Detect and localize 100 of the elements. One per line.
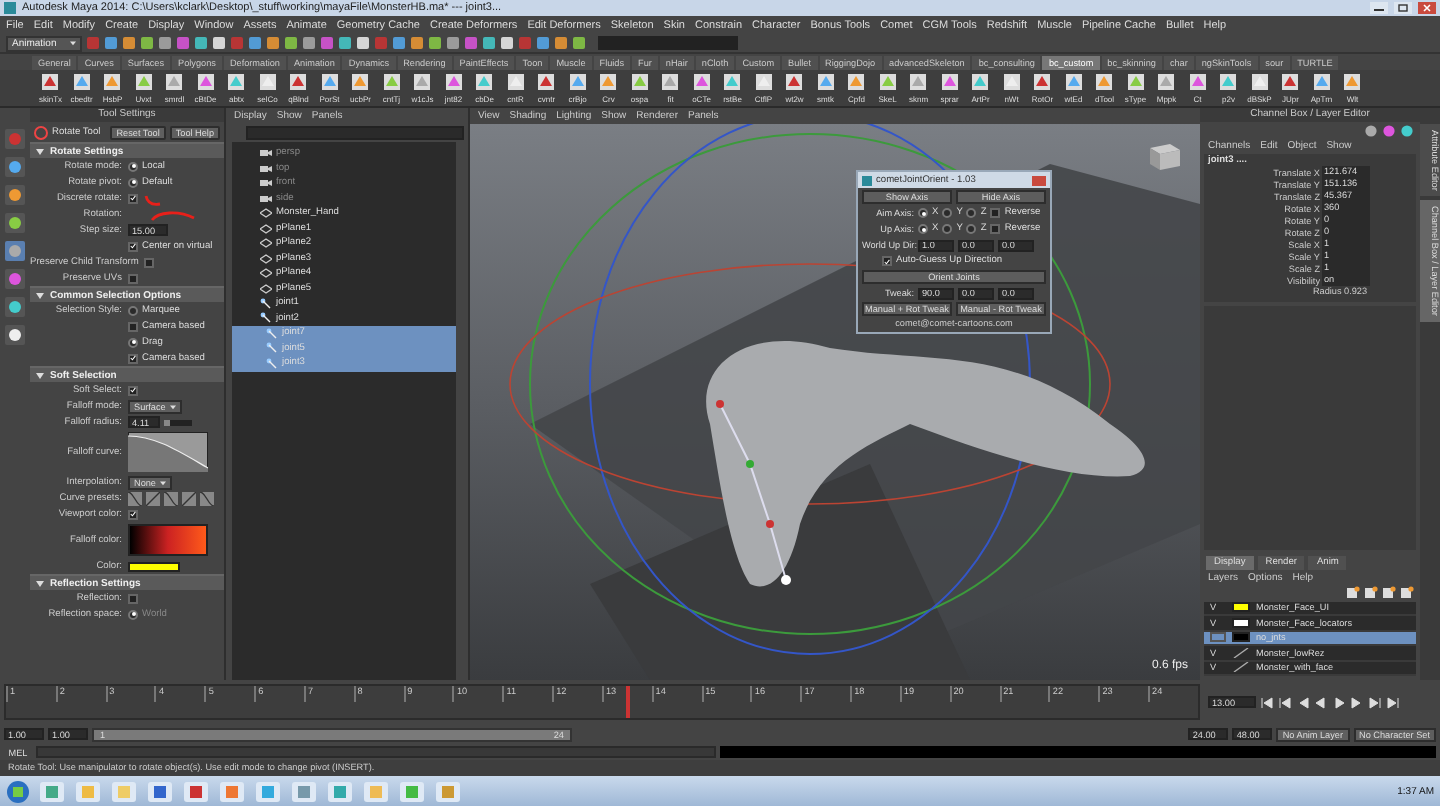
playback-icon[interactable] (1260, 695, 1274, 709)
shelf-icon (1218, 72, 1239, 92)
taskbar-app-icon[interactable] (182, 779, 210, 803)
shelf-icon (257, 72, 278, 92)
shelf-icon (815, 72, 836, 92)
slider[interactable] (164, 419, 192, 425)
checkbox[interactable] (144, 257, 155, 267)
tool-icon[interactable] (4, 324, 26, 346)
shelf-icon (474, 72, 495, 92)
layer-tool-icon[interactable] (1400, 586, 1414, 600)
curve-preset-icon[interactable] (164, 491, 178, 505)
taskbar-app-icon[interactable] (398, 779, 426, 803)
shelf-icon (629, 72, 650, 92)
falloff-color-ramp[interactable] (128, 524, 208, 556)
taskbar-app-icon[interactable] (146, 779, 174, 803)
curve-preset-icon[interactable] (182, 491, 196, 505)
shelf-icon (598, 72, 619, 92)
collapse-arrow-icon (36, 147, 44, 155)
checkbox[interactable] (128, 593, 138, 603)
checkbox[interactable] (882, 256, 892, 266)
curve-preset-icon[interactable] (146, 491, 160, 505)
checkbox[interactable] (128, 193, 138, 203)
playback-icon[interactable] (1386, 695, 1400, 709)
color-swatch[interactable] (128, 561, 180, 571)
shelf-icon (443, 72, 464, 92)
close-button[interactable] (1418, 2, 1436, 14)
maximize-button[interactable] (1394, 2, 1412, 14)
checkbox[interactable] (128, 385, 138, 395)
radio-button[interactable] (128, 161, 138, 171)
shelf-icon (102, 72, 123, 92)
tool-icon[interactable] (4, 184, 26, 206)
taskbar-app-icon[interactable] (218, 779, 246, 803)
layer-tool-icon[interactable] (1382, 586, 1396, 600)
shelf-icon (164, 72, 185, 92)
shelf-icon (846, 72, 867, 92)
shelf-icon (1094, 72, 1115, 92)
radio-button[interactable] (942, 208, 953, 218)
tool-icon[interactable] (4, 296, 26, 318)
camera-icon (260, 178, 272, 189)
radio-button[interactable] (918, 208, 928, 218)
radio-button[interactable] (942, 224, 953, 234)
shelf-icon (660, 72, 681, 92)
shelf-icon (1342, 72, 1363, 92)
radio-button[interactable] (128, 177, 138, 187)
shelf-icon (412, 72, 433, 92)
checkbox[interactable] (128, 273, 138, 283)
start-button[interactable] (6, 779, 30, 803)
shelf-icon (1280, 72, 1301, 92)
close-button[interactable] (1032, 175, 1046, 185)
shelf-icon (350, 72, 371, 92)
layer-tool-icon[interactable] (1346, 586, 1360, 600)
checkbox[interactable] (128, 241, 138, 251)
rotate-tool-icon (34, 125, 48, 139)
minimize-button[interactable] (1370, 2, 1388, 14)
caret-icon (169, 403, 176, 409)
shelf-icon (908, 72, 929, 92)
shelf-icon (319, 72, 340, 92)
tool-icon[interactable] (4, 212, 26, 234)
tool-icon[interactable] (4, 240, 26, 262)
app-icon (4, 2, 16, 14)
curve-preset-icon[interactable] (128, 491, 142, 505)
shelf-icon (1249, 72, 1270, 92)
radio-button[interactable] (918, 224, 928, 234)
shelf-icon (1032, 72, 1053, 92)
radio-button[interactable] (128, 337, 138, 347)
radio-button[interactable] (966, 208, 977, 218)
shelf-icon (877, 72, 898, 92)
shelf-icon (226, 72, 247, 92)
shelf-icon (691, 72, 712, 92)
taskbar-app-icon[interactable] (326, 779, 354, 803)
tool-icon[interactable] (4, 156, 26, 178)
input-field[interactable] (598, 36, 738, 50)
taskbar-app-icon[interactable] (38, 779, 66, 803)
layer-tool-icon[interactable] (1364, 586, 1378, 600)
shelf-icon (133, 72, 154, 92)
command-field[interactable] (36, 746, 716, 758)
taskbar-app-icon[interactable] (290, 779, 318, 803)
filter-field[interactable] (246, 126, 464, 140)
radio-button[interactable] (128, 305, 138, 315)
checkbox[interactable] (990, 208, 1001, 218)
radio-button[interactable] (966, 224, 977, 234)
taskbar-app-icon[interactable] (254, 779, 282, 803)
shelf-icon (784, 72, 805, 92)
taskbar-app-icon[interactable] (434, 779, 462, 803)
curve-preset-icon[interactable] (200, 491, 214, 505)
playback-icon[interactable] (1278, 695, 1292, 709)
view-cube-icon[interactable] (1144, 140, 1184, 172)
collapse-arrow-icon (36, 291, 44, 299)
visibility-toggle[interactable] (1210, 632, 1226, 643)
shelf-icon (1311, 72, 1332, 92)
playback-icon[interactable] (1368, 695, 1382, 709)
checkbox[interactable] (128, 353, 138, 363)
falloff-curve-graph[interactable] (128, 432, 208, 472)
checkbox[interactable] (128, 321, 138, 331)
collapse-arrow-icon (36, 579, 44, 587)
collapse-arrow-icon (36, 371, 44, 379)
checkbox[interactable] (990, 224, 1001, 234)
shelf-icon (722, 72, 743, 92)
checkbox[interactable] (128, 509, 138, 519)
shelf-icon (970, 72, 991, 92)
